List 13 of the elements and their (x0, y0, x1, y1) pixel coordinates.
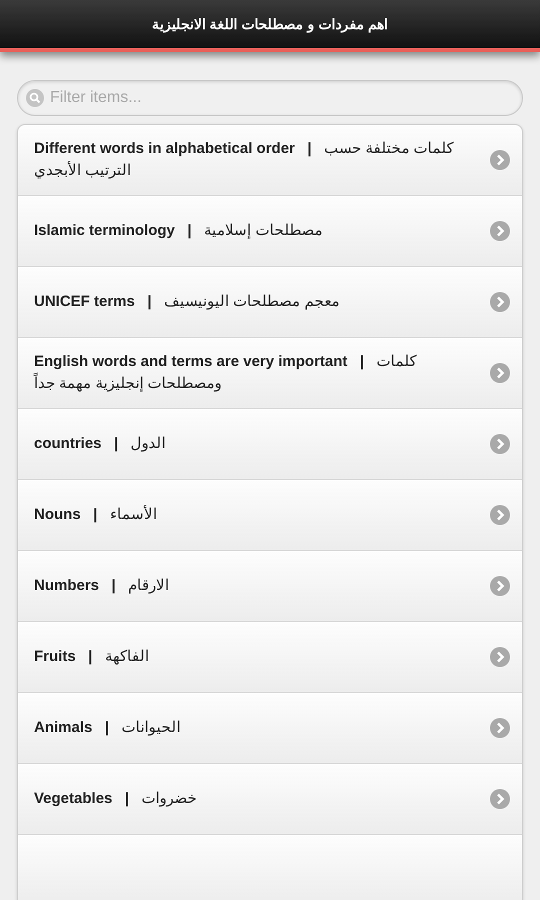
list-item[interactable] (18, 835, 522, 900)
chevron-icon (490, 150, 510, 170)
chevron-icon (490, 434, 510, 454)
chevron-icon (490, 221, 510, 241)
chevron-icon (490, 789, 510, 809)
chevron-icon (490, 718, 510, 738)
chevron-icon (490, 292, 510, 312)
chevron-icon (490, 647, 510, 667)
chevron-icon (490, 576, 510, 596)
app-title: اهم مفردات و مصطلحات اللغة الانجليزية (152, 16, 388, 32)
filter-field[interactable]: Filter items... (17, 80, 523, 116)
chevron-icon (490, 363, 510, 383)
chevron-icon (490, 505, 510, 525)
